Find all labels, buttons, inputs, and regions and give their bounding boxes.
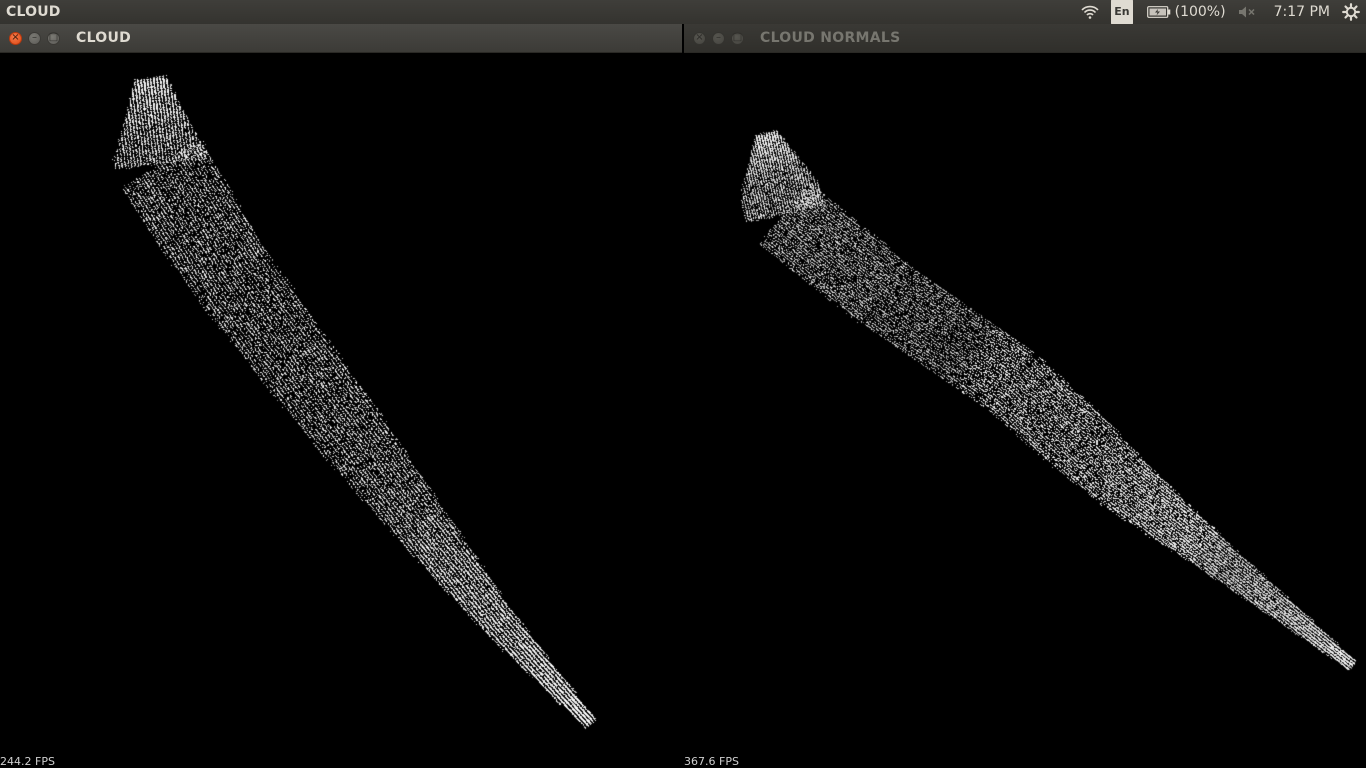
- point-cloud-render[interactable]: [0, 53, 682, 768]
- close-icon[interactable]: ×: [9, 31, 22, 45]
- battery-icon[interactable]: [1146, 0, 1171, 24]
- minimize-icon[interactable]: –: [712, 31, 725, 45]
- battery-percentage[interactable]: (100%): [1175, 0, 1226, 24]
- volume-muted-icon[interactable]: [1238, 0, 1256, 24]
- wifi-icon[interactable]: [1081, 0, 1099, 24]
- indicator-area: En (100%) 7:17 PM: [1081, 0, 1366, 25]
- fps-counter: 367.6 FPS: [684, 755, 739, 768]
- clock[interactable]: 7:17 PM: [1274, 0, 1330, 24]
- keyboard-language-indicator[interactable]: En: [1111, 0, 1133, 25]
- minimize-icon[interactable]: –: [28, 31, 41, 45]
- top-panel: CLOUD En (100%) 7:17 PM: [0, 0, 1366, 25]
- window-title: CLOUD NORMALS: [760, 30, 901, 46]
- point-cloud-normals-render[interactable]: [684, 53, 1366, 768]
- close-icon[interactable]: ×: [693, 31, 706, 45]
- maximize-icon[interactable]: □: [731, 31, 744, 45]
- fps-counter: 244.2 FPS: [0, 755, 55, 768]
- cloud-window[interactable]: × – □ CLOUD 244.2 FPS: [0, 24, 682, 768]
- cloud-window-titlebar[interactable]: × – □ CLOUD: [0, 24, 682, 53]
- point-cloud-viewport[interactable]: 244.2 FPS: [0, 53, 682, 768]
- cloud-normals-window[interactable]: × – □ CLOUD NORMALS 367.6 FPS: [684, 24, 1366, 768]
- app-menu-title[interactable]: CLOUD: [6, 4, 61, 20]
- maximize-icon[interactable]: □: [47, 31, 60, 45]
- window-title: CLOUD: [76, 30, 132, 46]
- point-cloud-viewport[interactable]: 367.6 FPS: [684, 53, 1366, 768]
- cloud-normals-window-titlebar[interactable]: × – □ CLOUD NORMALS: [684, 24, 1366, 53]
- gear-icon[interactable]: [1342, 0, 1360, 24]
